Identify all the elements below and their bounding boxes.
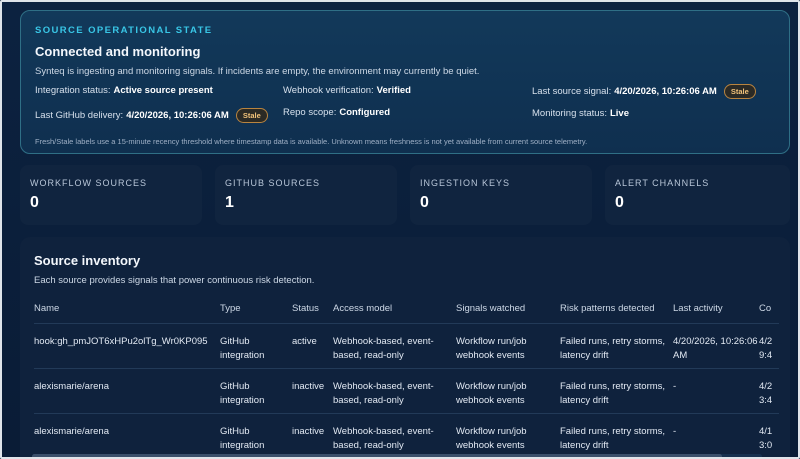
metric-github-sources: GITHUB SOURCES 1	[215, 165, 397, 225]
column-header[interactable]: Access model	[333, 295, 456, 324]
metric-alert-channels: ALERT CHANNELS 0	[605, 165, 790, 225]
column-header[interactable]: Last activity	[673, 295, 759, 324]
cell-type: GitHub integration	[220, 323, 292, 369]
integration-status: Integration status: Active source present	[35, 85, 213, 96]
inventory-table: Name Type Status Access model Signals wa…	[34, 295, 779, 457]
app-frame: SOURCE OPERATIONAL STATE Connected and m…	[0, 0, 800, 459]
cell-truncated: 4/2 3:4	[759, 368, 779, 414]
metric-ingestion-keys: INGESTION KEYS 0	[410, 165, 592, 225]
freshness-footnote: Fresh/Stale labels use a 15-minute recen…	[35, 137, 588, 146]
metric-workflow-sources: WORKFLOW SOURCES 0	[20, 165, 202, 225]
cell-signals: Workflow run/job webhook events	[456, 368, 560, 414]
inventory-title: Source inventory	[34, 253, 141, 268]
cell-last-activity: -	[673, 413, 759, 457]
cell-name: hook:gh_pmJOT6xHPu2olTg_Wr0KP095	[34, 323, 220, 369]
cell-status: inactive	[292, 368, 333, 414]
state-eyebrow: SOURCE OPERATIONAL STATE	[35, 25, 213, 36]
cell-risk-patterns: Failed runs, retry storms, latency drift	[560, 413, 673, 457]
table-header-row: Name Type Status Access model Signals wa…	[34, 295, 779, 324]
cell-risk-patterns: Failed runs, retry storms, latency drift	[560, 368, 673, 414]
inventory-description: Each source provides signals that power …	[34, 275, 315, 286]
last-github-delivery: Last GitHub delivery: 4/20/2026, 10:26:06…	[35, 108, 268, 123]
cell-truncated: 4/1 3:0	[759, 413, 779, 457]
stale-badge: Stale	[723, 84, 756, 99]
state-description: Synteq is ingesting and monitoring signa…	[35, 66, 480, 77]
cell-last-activity: -	[673, 368, 759, 414]
table-row[interactable]: alexismarie/arena GitHub integration ina…	[34, 413, 779, 457]
cell-signals: Workflow run/job webhook events	[456, 413, 560, 457]
column-header[interactable]: Signals watched	[456, 295, 560, 324]
monitoring-status: Monitoring status: Live	[532, 108, 629, 119]
cell-risk-patterns: Failed runs, retry storms, latency drift	[560, 323, 673, 369]
cell-access-model: Webhook-based, event-based, read-only	[333, 413, 456, 457]
webhook-verification: Webhook verification: Verified	[283, 85, 411, 96]
source-inventory: Source inventory Each source provides si…	[20, 237, 790, 457]
cell-type: GitHub integration	[220, 413, 292, 457]
column-header[interactable]: Status	[292, 295, 333, 324]
table-row[interactable]: alexismarie/arena GitHub integration ina…	[34, 368, 779, 414]
cell-name: alexismarie/arena	[34, 368, 220, 414]
cell-last-activity: 4/20/2026, 10:26:06 AM	[673, 323, 759, 369]
column-header[interactable]: Type	[220, 295, 292, 324]
scrollbar-thumb[interactable]	[32, 454, 722, 457]
source-state-card: SOURCE OPERATIONAL STATE Connected and m…	[20, 10, 790, 154]
cell-status: active	[292, 323, 333, 369]
table-row[interactable]: hook:gh_pmJOT6xHPu2olTg_Wr0KP095 GitHub …	[34, 323, 779, 369]
cell-access-model: Webhook-based, event-based, read-only	[333, 323, 456, 369]
cell-access-model: Webhook-based, event-based, read-only	[333, 368, 456, 414]
column-header[interactable]: Name	[34, 295, 220, 324]
column-header[interactable]: Risk patterns detected	[560, 295, 673, 324]
cell-type: GitHub integration	[220, 368, 292, 414]
cell-status: inactive	[292, 413, 333, 457]
column-header[interactable]: Co	[759, 295, 779, 324]
stale-badge: Stale	[235, 108, 268, 123]
state-title: Connected and monitoring	[35, 44, 201, 59]
cell-name: alexismarie/arena	[34, 413, 220, 457]
cell-signals: Workflow run/job webhook events	[456, 323, 560, 369]
cell-truncated: 4/2 9:4	[759, 323, 779, 369]
horizontal-scrollbar[interactable]	[32, 454, 762, 457]
last-source-signal: Last source signal: 4/20/2026, 10:26:06 A…	[532, 84, 756, 99]
repo-scope: Repo scope: Configured	[283, 107, 391, 118]
